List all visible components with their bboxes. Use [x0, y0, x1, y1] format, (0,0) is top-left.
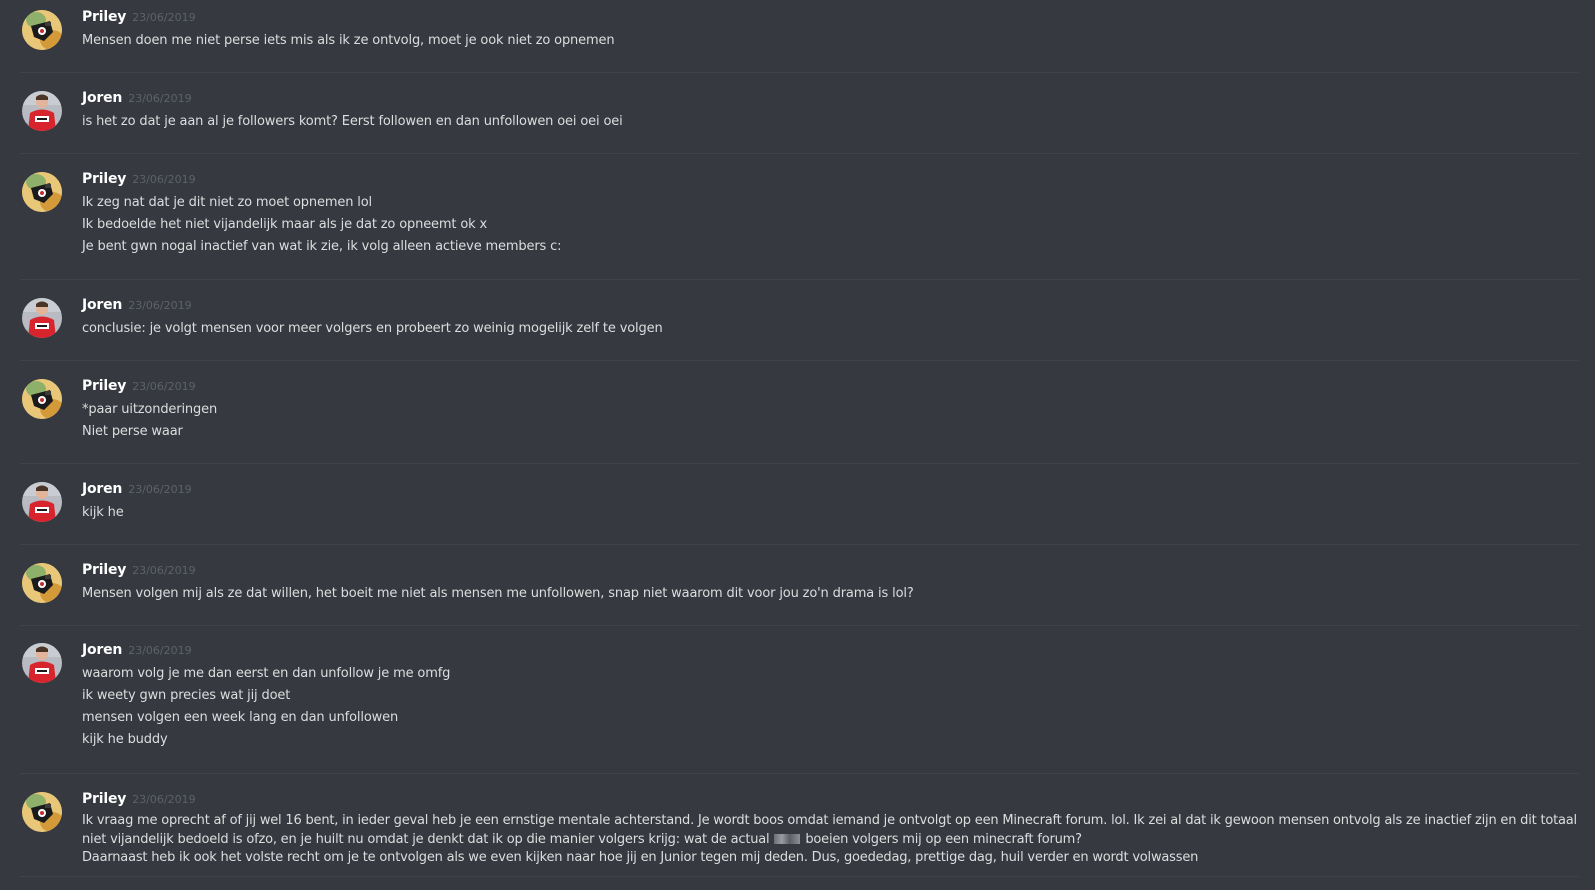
message-author[interactable]: Priley	[82, 378, 126, 394]
message-text: niet vijandelijk bedoeld is ofzo, en je …	[82, 831, 1569, 850]
message-timestamp: 23/06/2019	[132, 793, 196, 806]
message-timestamp: 23/06/2019	[132, 564, 196, 577]
message-text: mensen volgen een week lang en dan unfol…	[82, 710, 399, 725]
chat-message-list: Priley 23/06/2019 Mensen doen me niet pe…	[0, 0, 1595, 890]
message-author[interactable]: Priley	[82, 171, 126, 187]
message-group: Priley 23/06/2019 Mensen volgen mij als …	[20, 553, 1579, 626]
message-group: Priley 23/06/2019 Ik vraag me oprecht af…	[20, 782, 1579, 877]
message-text: Ik zeg nat dat je dit niet zo moet opnem…	[82, 195, 373, 210]
priley-avatar[interactable]	[22, 172, 62, 212]
joren-avatar[interactable]	[22, 91, 62, 131]
priley-avatar[interactable]	[22, 563, 62, 603]
priley-avatar[interactable]	[22, 10, 62, 50]
message-text: kijk he	[82, 505, 124, 520]
message-timestamp: 23/06/2019	[128, 483, 192, 496]
message-author[interactable]: Joren	[82, 90, 122, 106]
message-author[interactable]: Priley	[82, 791, 126, 807]
message-text: Ik bedoelde het niet vijandelijk maar al…	[82, 217, 488, 232]
joren-avatar[interactable]	[22, 298, 62, 338]
priley-avatar[interactable]	[22, 379, 62, 419]
message-group: Joren 23/06/2019 kijk he	[20, 472, 1579, 545]
message-text: waarom volg je me dan eerst en dan unfol…	[82, 666, 451, 681]
message-text-part: niet vijandelijk bedoeld is ofzo, en je …	[82, 831, 770, 847]
message-text: Mensen doen me niet perse iets mis als i…	[82, 33, 615, 48]
message-group: Joren 23/06/2019 is het zo dat je aan al…	[20, 81, 1579, 154]
message-author[interactable]: Priley	[82, 562, 126, 578]
message-text: is het zo dat je aan al je followers kom…	[82, 114, 623, 129]
message-text-part: boeien volgers mij op een minecraft foru…	[805, 831, 1082, 847]
message-timestamp: 23/06/2019	[128, 299, 192, 312]
message-group: Joren 23/06/2019 conclusie: je volgt men…	[20, 288, 1579, 361]
message-text: conclusie: je volgt mensen voor meer vol…	[82, 321, 663, 336]
joren-avatar[interactable]	[22, 643, 62, 683]
message-author[interactable]: Joren	[82, 297, 122, 313]
message-author[interactable]: Joren	[82, 481, 122, 497]
message-timestamp: 23/06/2019	[128, 644, 192, 657]
message-group: Priley 23/06/2019 Ik zeg nat dat je dit …	[20, 162, 1579, 280]
message-group: Joren 23/06/2019 waarom volg je me dan e…	[20, 633, 1579, 774]
message-text: Je bent gwn nogal inactief van wat ik zi…	[82, 239, 562, 254]
message-author[interactable]: Priley	[82, 9, 126, 25]
message-timestamp: 23/06/2019	[132, 380, 196, 393]
message-author[interactable]: Joren	[82, 642, 122, 658]
message-text: ik weety gwn precies wat jij doet	[82, 688, 291, 703]
message-text: Ik vraag me oprecht af of jij wel 16 ben…	[82, 813, 1577, 828]
message-timestamp: 23/06/2019	[128, 92, 192, 105]
message-group: Priley 23/06/2019 *paar uitzonderingen N…	[20, 369, 1579, 464]
message-text: Mensen volgen mij als ze dat willen, het…	[82, 586, 914, 601]
joren-avatar[interactable]	[22, 482, 62, 522]
message-text: *paar uitzonderingen	[82, 402, 218, 417]
priley-avatar[interactable]	[22, 792, 62, 832]
message-text: kijk he buddy	[82, 732, 168, 747]
message-group: Priley 23/06/2019 Mensen doen me niet pe…	[20, 0, 1579, 73]
message-timestamp: 23/06/2019	[132, 11, 196, 24]
message-text: Niet perse waar	[82, 424, 183, 439]
message-timestamp: 23/06/2019	[132, 173, 196, 186]
redacted-word	[774, 833, 801, 844]
message-text: Daarnaast heb ik ook het volste recht om…	[82, 850, 1199, 865]
